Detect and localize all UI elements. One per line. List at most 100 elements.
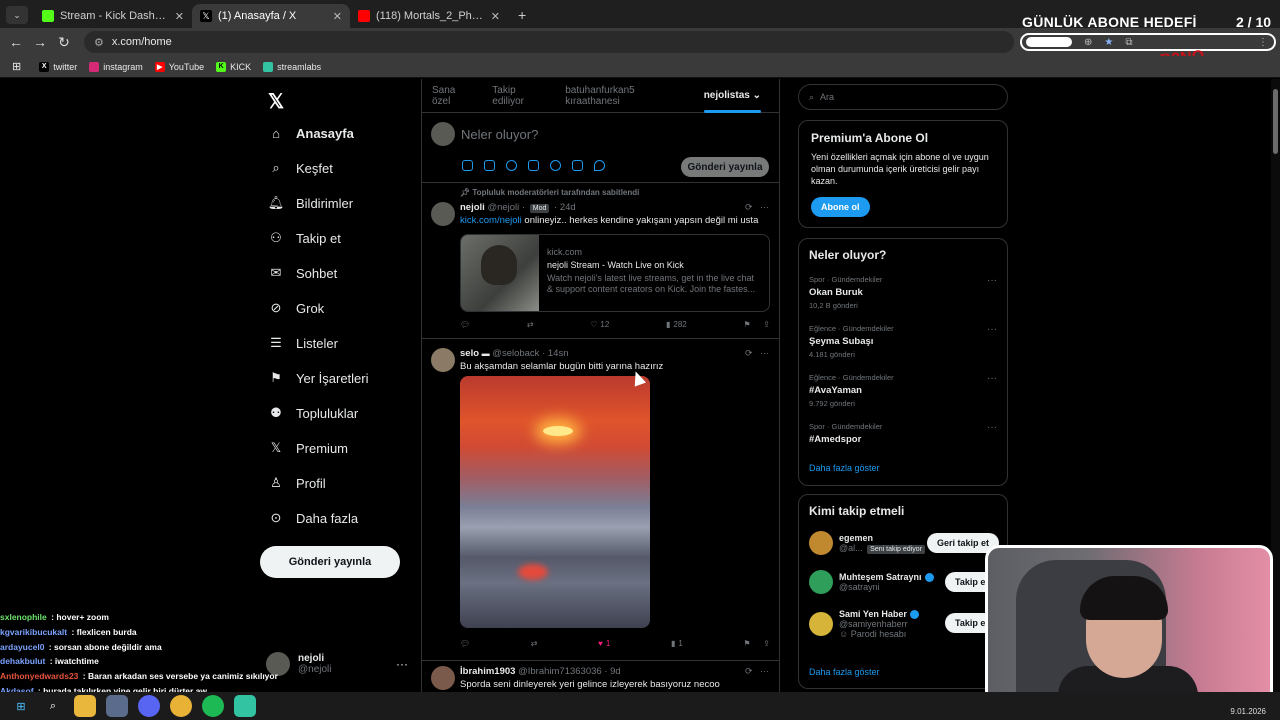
discord-icon[interactable] xyxy=(138,695,160,717)
windows-start-icon[interactable]: ⊞ xyxy=(10,695,32,717)
tab-nejolistas[interactable]: nejolistas ⌄ xyxy=(703,79,762,113)
tweet-author[interactable]: nejoli xyxy=(460,202,485,213)
sidebar-item-home[interactable]: ⌂ Anasayfa xyxy=(268,125,354,141)
trend-item[interactable]: Spor · Gündemdekiler #Amedspor xyxy=(809,422,882,445)
bookmark-twitter[interactable]: Xtwitter xyxy=(39,61,77,72)
browser-tab-kick[interactable]: Stream - Kick Dashboard ✕ xyxy=(34,4,192,28)
views-button[interactable]: ▮ 282 xyxy=(666,320,687,329)
close-icon[interactable]: ✕ xyxy=(491,10,500,23)
bookmark-youtube[interactable]: ▶ YouTube xyxy=(154,61,204,72)
more-options-icon[interactable]: ··· xyxy=(987,373,997,384)
streamlabs-icon[interactable] xyxy=(234,695,256,717)
gif-icon[interactable] xyxy=(484,160,495,171)
bookmark-icon[interactable]: ⚑ xyxy=(743,639,750,648)
menu-icon[interactable]: ⋮ xyxy=(1258,37,1268,48)
grok-icon[interactable]: ⟳ xyxy=(745,348,753,358)
forward-icon[interactable]: → xyxy=(28,34,52,50)
zoom-icon[interactable]: ⊕ xyxy=(1084,37,1092,48)
app-icon[interactable] xyxy=(106,695,128,717)
post-button[interactable]: Gönderi yayınla xyxy=(260,546,400,578)
tweet-photo[interactable] xyxy=(460,376,650,628)
more-options-icon[interactable]: ··· xyxy=(987,324,997,335)
emoji-icon[interactable] xyxy=(550,160,561,171)
tweet-author[interactable]: selo xyxy=(460,348,479,359)
bookmark-streamlabs[interactable]: streamlabs xyxy=(263,61,321,72)
chrome-icon[interactable] xyxy=(170,695,192,717)
location-icon[interactable] xyxy=(594,160,605,171)
apps-icon[interactable]: ⊞ xyxy=(12,60,21,73)
avatar[interactable] xyxy=(431,666,455,690)
compose-post-button[interactable]: Gönderi yayınla xyxy=(681,157,769,177)
show-more-link[interactable]: Daha fazla göster xyxy=(809,667,880,677)
share-icon[interactable]: ⇪ xyxy=(763,639,770,648)
retweet-icon[interactable]: ⇄ xyxy=(527,320,534,329)
site-info-icon[interactable]: ⚙ xyxy=(94,36,104,49)
star-icon[interactable]: ★ xyxy=(1104,37,1113,48)
spotify-icon[interactable] xyxy=(202,695,224,717)
file-explorer-icon[interactable] xyxy=(74,695,96,717)
address-bar[interactable]: ⚙ x.com/home xyxy=(84,31,1014,53)
suggested-user[interactable]: Sami Yen Haber @samiyenhaberr ☺ Parodi h… xyxy=(809,609,919,639)
tab-community[interactable]: batuhanfurkan5 kıraathanesi xyxy=(565,79,685,113)
tweet-time[interactable]: 24d xyxy=(560,202,576,213)
more-options-icon[interactable]: ··· xyxy=(987,422,997,433)
tab-search-button[interactable]: ⌄ xyxy=(6,6,28,24)
reply-icon[interactable]: 💬︎ xyxy=(460,639,470,648)
search-input[interactable]: ⌕ Ara xyxy=(798,84,1008,110)
more-options-icon[interactable]: ··· xyxy=(760,202,769,212)
browser-tab-youtube[interactable]: (118) Mortals_2_Phut_Hon_Funk ✕ xyxy=(350,4,508,28)
share-icon[interactable]: ⇪ xyxy=(763,320,770,329)
schedule-icon[interactable] xyxy=(572,160,583,171)
browser-tab-x[interactable]: 𝕏 (1) Anasayfa / X ✕ xyxy=(192,4,350,28)
close-icon[interactable]: ✕ xyxy=(333,10,342,23)
grok-icon[interactable] xyxy=(506,160,517,171)
sidebar-item-bookmarks[interactable]: ⚑ Yer İşaretleri xyxy=(268,370,368,386)
sidebar-item-chat[interactable]: ✉ Sohbet xyxy=(268,265,338,281)
avatar[interactable] xyxy=(431,348,455,372)
avatar[interactable] xyxy=(431,202,455,226)
more-options-icon[interactable]: ··· xyxy=(760,666,769,676)
sidebar-item-follow[interactable]: ⚇ Takip et xyxy=(268,230,341,246)
sidebar-item-lists[interactable]: ☰ Listeler xyxy=(268,335,338,351)
back-icon[interactable]: ← xyxy=(4,34,28,50)
scrollbar-thumb[interactable] xyxy=(1273,89,1278,154)
more-options-icon[interactable]: ··· xyxy=(987,275,997,286)
reload-icon[interactable]: ↻ xyxy=(52,34,76,51)
tweet-link[interactable]: kick.com/nejoli xyxy=(460,215,522,226)
more-options-icon[interactable]: ··· xyxy=(760,348,769,358)
tab-following[interactable]: Takip ediliyor xyxy=(492,79,547,113)
search-icon[interactable]: ⌕ xyxy=(42,695,64,717)
tweet-handle[interactable]: @seloback xyxy=(492,348,539,359)
trend-item[interactable]: Eğlence · Gündemdekiler Şeyma Subaşı 4.1… xyxy=(809,324,894,359)
show-more-link[interactable]: Daha fazla göster xyxy=(809,463,880,473)
like-button[interactable]: ♡ 12 xyxy=(590,320,609,329)
tweet-handle[interactable]: @Ibrahim71363036 xyxy=(518,666,602,677)
like-button[interactable]: ♥ 1 xyxy=(598,639,610,648)
bookmark-icon[interactable]: ⚑ xyxy=(743,320,750,329)
subscribe-button[interactable]: Abone ol xyxy=(811,197,870,217)
tweet[interactable]: selo ▬ @seloback · 14sn ⟳ ··· Bu akşamda… xyxy=(422,340,779,661)
sidebar-item-more[interactable]: ⊙ Daha fazla xyxy=(268,510,359,526)
bookmark-instagram[interactable]: instagram xyxy=(89,61,143,72)
link-card[interactable]: kick.com nejoli Stream - Watch Live on K… xyxy=(460,234,770,312)
tweet[interactable]: 📌︎ Topluluk moderatörleri tarafından sab… xyxy=(422,184,779,339)
tab-for-you[interactable]: Sana özel xyxy=(432,79,474,113)
retweet-icon[interactable]: ⇄ xyxy=(531,639,538,648)
views-button[interactable]: ▮ 1 xyxy=(671,639,683,648)
suggested-user[interactable]: Muhteşem Satraynı @satrayni xyxy=(809,570,934,594)
sidebar-item-notifications[interactable]: 🔔︎ Bildirimler xyxy=(268,195,353,211)
sidebar-item-explore[interactable]: ⌕ Keşfet xyxy=(268,160,333,176)
sidebar-item-grok[interactable]: ⊘ Grok xyxy=(268,300,325,316)
grok-icon[interactable]: ⟳ xyxy=(745,202,753,212)
more-options-icon[interactable]: ··· xyxy=(396,657,408,671)
tweet-time[interactable]: 9d xyxy=(610,666,621,677)
image-icon[interactable] xyxy=(462,160,473,171)
compose-input[interactable]: Neler oluyor? xyxy=(461,127,538,142)
suggested-user[interactable]: egemen @al... Seni takip ediyor xyxy=(809,531,927,555)
tweet-author[interactable]: İbrahim1903 xyxy=(460,666,515,677)
x-logo-icon[interactable]: 𝕏 xyxy=(268,89,284,114)
bookmark-kick[interactable]: K KICK xyxy=(216,61,251,72)
extensions-icon[interactable]: ⧉ xyxy=(1125,37,1132,48)
sidebar-item-premium[interactable]: 𝕏 Premium xyxy=(268,440,348,456)
sidebar-item-communities[interactable]: ⚉ Topluluklar xyxy=(268,405,358,421)
